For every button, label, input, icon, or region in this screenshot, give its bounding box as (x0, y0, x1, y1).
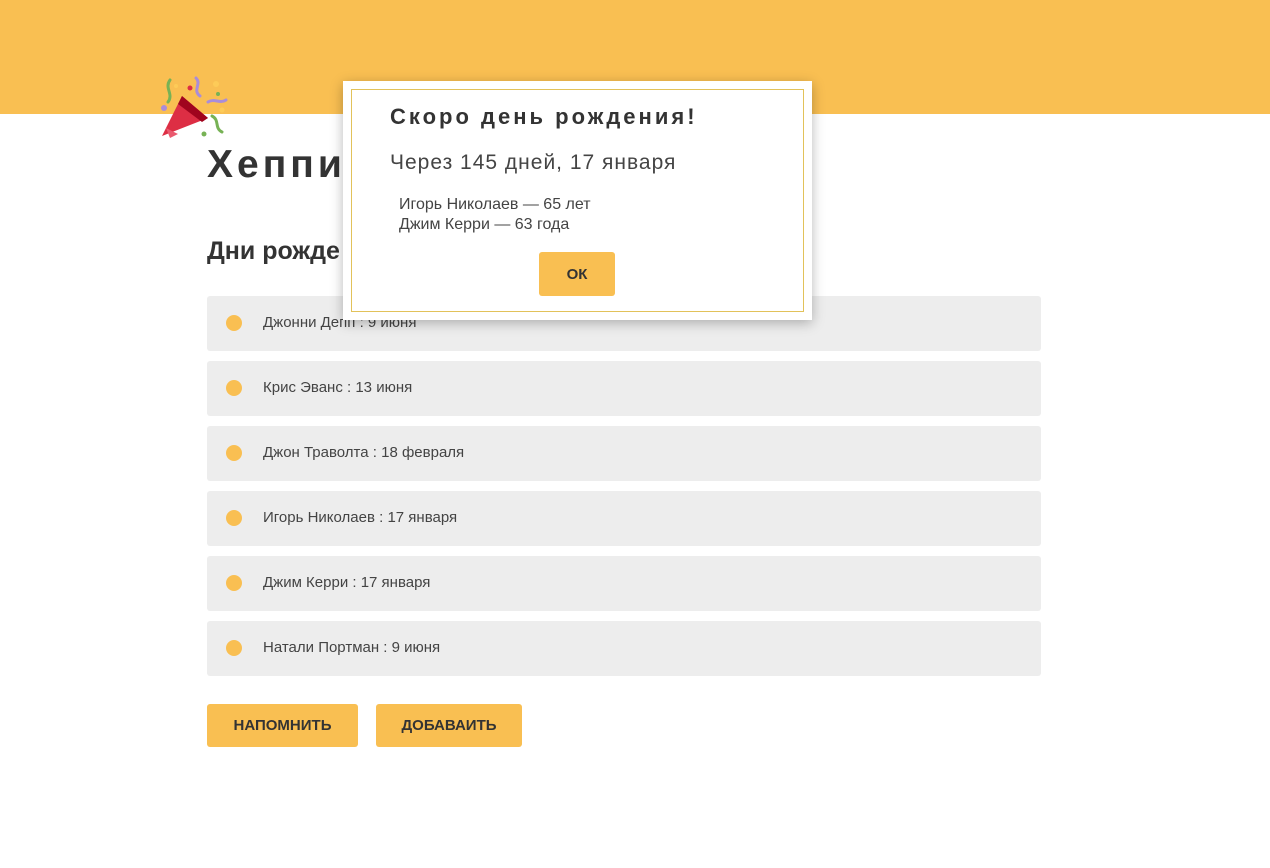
bullet-dot-icon (226, 315, 242, 331)
dialog-person: Джим Керри — 63 года (399, 216, 570, 233)
list-item: Джон Траволта : 18 февраля (207, 426, 1041, 481)
list-item: Джим Керри : 17 января (207, 556, 1041, 611)
list-item: Крис Эванс : 13 июня (207, 361, 1041, 416)
dialog-frame: Скоро день рождения! Через 145 дней, 17 … (351, 89, 804, 312)
list-item-label: Натали Портман : 9 июня (263, 639, 441, 656)
list-item-label: Джон Траволта : 18 февраля (263, 444, 465, 461)
bullet-dot-icon (226, 575, 242, 591)
dialog-subtitle: Через 145 дней, 17 января (390, 151, 677, 174)
list-item-label: Джим Керри : 17 января (263, 574, 431, 591)
list-item: Натали Портман : 9 июня (207, 621, 1041, 676)
bullet-dot-icon (226, 510, 242, 526)
dialog-title: Скоро день рождения! (390, 104, 698, 129)
list-item-label: Игорь Николаев : 17 января (263, 509, 458, 526)
add-button[interactable]: ДОБАВАИТЬ (376, 704, 522, 747)
party-popper-icon (161, 76, 228, 138)
birthday-reminder-dialog: Скоро день рождения! Через 145 дней, 17 … (343, 81, 812, 320)
page-title: Хеппи (207, 143, 346, 186)
list-item: Игорь Николаев : 17 января (207, 491, 1041, 546)
birthday-list: Джонни Депп : 9 июня Крис Эванс : 13 июн… (207, 296, 1041, 686)
dialog-people-list: Игорь Николаев — 65 лет Джим Керри — 63 … (399, 195, 591, 235)
bullet-dot-icon (226, 640, 242, 656)
list-item-label: Крис Эванс : 13 июня (263, 379, 413, 396)
remind-button[interactable]: НАПОМНИТЬ (207, 704, 358, 747)
ok-button[interactable]: ОК (539, 252, 615, 296)
bullet-dot-icon (226, 445, 242, 461)
bullet-dot-icon (226, 380, 242, 396)
section-title: Дни рожде (207, 237, 340, 265)
dialog-person: Игорь Николаев — 65 лет (399, 196, 591, 213)
